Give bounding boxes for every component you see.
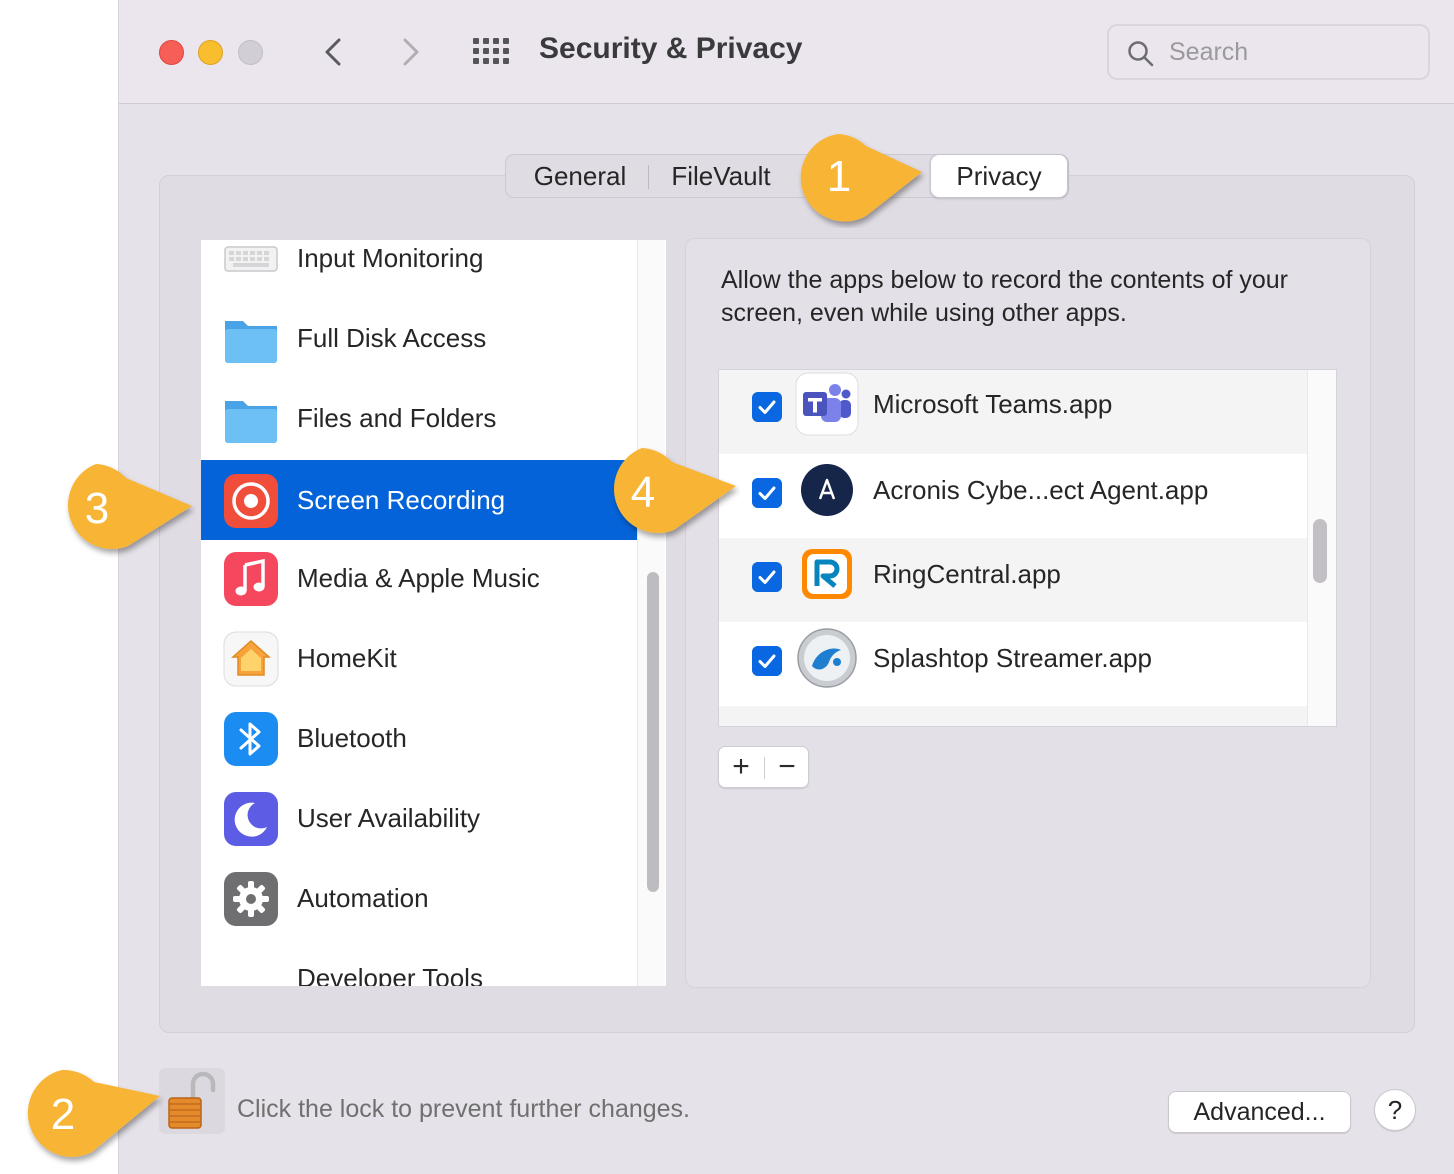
search-field[interactable]	[1107, 24, 1430, 80]
sidebar-item-label: Bluetooth	[297, 723, 407, 753]
sidebar-item-screen-recording[interactable]: Screen Recording	[201, 460, 637, 540]
sidebar-item-label: Automation	[297, 883, 429, 913]
tab-divider	[648, 165, 649, 189]
callout-number: 4	[630, 468, 656, 517]
splashtop-icon	[797, 628, 857, 688]
sidebar-item-homekit[interactable]: HomeKit	[201, 618, 637, 698]
sidebar-scroll-thumb[interactable]	[647, 572, 659, 892]
callout-number: 3	[84, 484, 110, 533]
sidebar-item-label: User Availability	[297, 803, 481, 833]
callout-number: 2	[50, 1090, 76, 1139]
grid-icon	[473, 38, 509, 64]
close-button[interactable]	[159, 40, 184, 65]
sidebar-item-label: Developer Tools	[297, 963, 483, 986]
sidebar-item-label: Full Disk Access	[297, 323, 487, 353]
tab-privacy[interactable]: Privacy	[930, 154, 1068, 198]
app-row-microsoft-teams[interactable]: Microsoft Teams.app	[719, 370, 1307, 454]
gear-icon	[224, 872, 278, 926]
ringcentral-icon	[802, 549, 852, 599]
app-row-partial	[719, 706, 1307, 726]
acronis-icon	[801, 464, 853, 516]
callout-3: 3	[38, 460, 196, 560]
callout-1: 1	[786, 128, 926, 228]
checkbox-checked[interactable]	[752, 392, 782, 422]
show-all-button[interactable]	[471, 36, 509, 66]
app-row-splashtop[interactable]: Splashtop Streamer.app	[719, 622, 1307, 706]
teams-icon	[795, 372, 859, 436]
app-row-acronis[interactable]: Acronis Cybe...ect Agent.app	[719, 454, 1307, 538]
window-title: Security & Privacy	[539, 32, 803, 65]
sidebar-item-media-apple-music[interactable]: Media & Apple Music	[201, 538, 637, 618]
add-remove-control: + −	[718, 746, 809, 788]
sidebar-item-bluetooth[interactable]: Bluetooth	[201, 698, 637, 778]
tab-filevault[interactable]: FileVault	[656, 155, 786, 197]
folder-icon	[225, 401, 277, 443]
forward-button[interactable]	[389, 32, 429, 72]
sidebar-item-full-disk-access[interactable]: Full Disk Access	[201, 298, 637, 378]
keyboard-icon	[224, 246, 278, 272]
zoom-button[interactable]	[238, 40, 263, 65]
moon-icon	[224, 792, 278, 846]
remove-app-button[interactable]: −	[765, 747, 809, 787]
app-name: Microsoft Teams.app	[873, 389, 1113, 419]
checkbox-checked[interactable]	[752, 562, 782, 592]
app-name: Splashtop Streamer.app	[873, 643, 1152, 673]
bluetooth-icon	[224, 712, 278, 766]
back-button[interactable]	[315, 32, 355, 72]
advanced-button[interactable]: Advanced...	[1168, 1091, 1351, 1133]
help-button[interactable]: ?	[1374, 1089, 1416, 1131]
app-row-ringcentral[interactable]: RingCentral.app	[719, 538, 1307, 622]
checkbox-checked[interactable]	[752, 646, 782, 676]
sidebar-item-label: HomeKit	[297, 643, 397, 673]
tab-general[interactable]: General	[520, 155, 640, 197]
home-icon	[223, 631, 279, 687]
sidebar-item-automation[interactable]: Automation	[201, 858, 637, 938]
app-list[interactable]: Microsoft Teams.app Acronis Cybe...ect A…	[718, 369, 1337, 727]
screen-recording-icon	[224, 474, 278, 528]
sidebar-item-files-and-folders[interactable]: Files and Folders	[201, 378, 637, 458]
sidebar-item-label: Input Monitoring	[297, 243, 484, 273]
sidebar-item-label: Media & Apple Music	[297, 563, 540, 593]
sidebar-item-label: Screen Recording	[297, 485, 506, 515]
sidebar-item-input-monitoring[interactable]: Input Monitoring	[201, 240, 637, 298]
lock-button[interactable]	[159, 1068, 225, 1134]
checkbox-checked[interactable]	[752, 478, 782, 508]
music-icon	[224, 552, 278, 606]
app-name: Acronis Cybe...ect Agent.app	[873, 475, 1209, 505]
callout-2: 2	[6, 1066, 164, 1166]
folder-icon	[225, 321, 277, 363]
callout-4: 4	[584, 444, 740, 544]
search-icon	[1128, 41, 1154, 67]
title-bar: Security & Privacy	[119, 0, 1454, 104]
sidebar-item-user-availability[interactable]: User Availability	[201, 778, 637, 858]
sidebar-item-developer-tools[interactable]: Developer Tools	[201, 938, 637, 986]
app-name: RingCentral.app	[873, 559, 1061, 589]
callout-number: 1	[826, 152, 852, 201]
chevron-right-icon	[403, 38, 419, 66]
chevron-left-icon	[325, 38, 341, 66]
add-app-button[interactable]: +	[719, 747, 763, 787]
privacy-category-list[interactable]: Input Monitoring Full Disk Access Files …	[201, 240, 666, 986]
search-input[interactable]	[1167, 34, 1417, 70]
app-list-scroll-thumb[interactable]	[1313, 519, 1327, 583]
unlocked-padlock-icon	[168, 1071, 216, 1129]
sidebar-item-label: Files and Folders	[297, 403, 497, 433]
minimize-button[interactable]	[198, 40, 223, 65]
lock-status-text: Click the lock to prevent further change…	[237, 1095, 691, 1123]
description-text: Allow the apps below to record the conte…	[721, 266, 1288, 327]
